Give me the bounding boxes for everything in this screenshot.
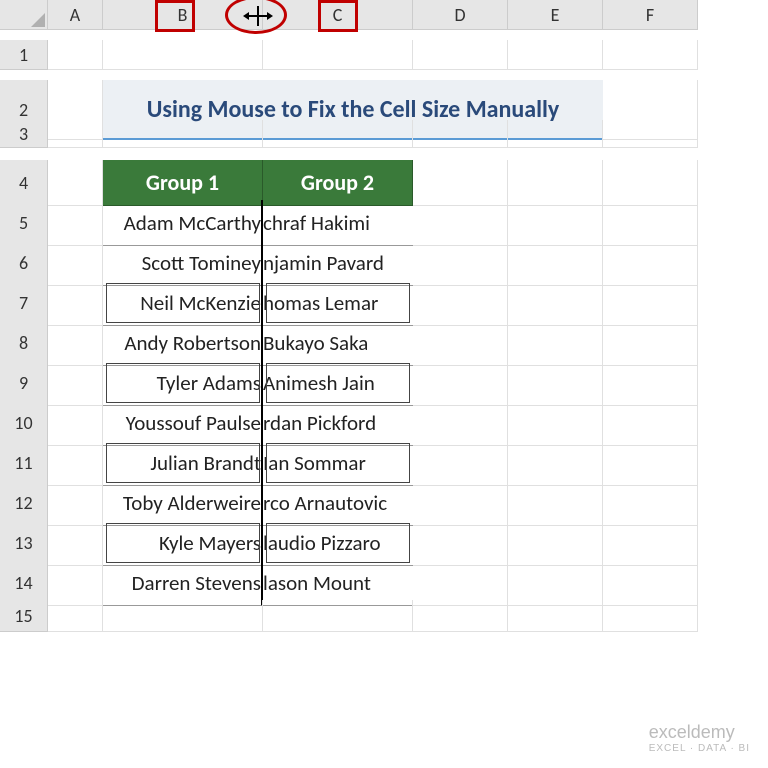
cell-f15[interactable]: [603, 600, 698, 632]
cell-e3[interactable]: [508, 120, 603, 148]
cell-d3[interactable]: [413, 120, 508, 148]
cell-f3[interactable]: [603, 120, 698, 148]
col-header-d[interactable]: D: [413, 0, 508, 30]
row-header-3[interactable]: 3: [0, 120, 48, 148]
cell-b15[interactable]: [103, 600, 263, 632]
cell-c1[interactable]: [263, 40, 413, 70]
col-header-e[interactable]: E: [508, 0, 603, 30]
row-header-15[interactable]: 15: [0, 600, 48, 632]
col-header-c[interactable]: C: [263, 0, 413, 30]
cell-d15[interactable]: [413, 600, 508, 632]
cell-c15[interactable]: [263, 600, 413, 632]
cell-e1[interactable]: [508, 40, 603, 70]
cell-e15[interactable]: [508, 600, 603, 632]
col-header-b[interactable]: B: [103, 0, 263, 30]
col-header-a[interactable]: A: [48, 0, 103, 30]
cell-a3[interactable]: [48, 120, 103, 148]
cell-b1[interactable]: [103, 40, 263, 70]
watermark: exceldemy EXCEL · DATA · BI: [649, 722, 750, 754]
col-header-f[interactable]: F: [603, 0, 698, 30]
spreadsheet-grid: A B C D E F 1 2 Using Mouse to Fix the C…: [0, 0, 768, 640]
cell-c3[interactable]: [263, 120, 413, 148]
watermark-tag: EXCEL · DATA · BI: [649, 743, 750, 754]
cell-a1[interactable]: [48, 40, 103, 70]
cell-f1[interactable]: [603, 40, 698, 70]
cell-b3[interactable]: [103, 120, 263, 148]
cell-a15[interactable]: [48, 600, 103, 632]
watermark-brand: exceldemy: [649, 722, 735, 742]
select-all-corner[interactable]: [0, 0, 48, 30]
cell-d1[interactable]: [413, 40, 508, 70]
row-header-1[interactable]: 1: [0, 40, 48, 70]
